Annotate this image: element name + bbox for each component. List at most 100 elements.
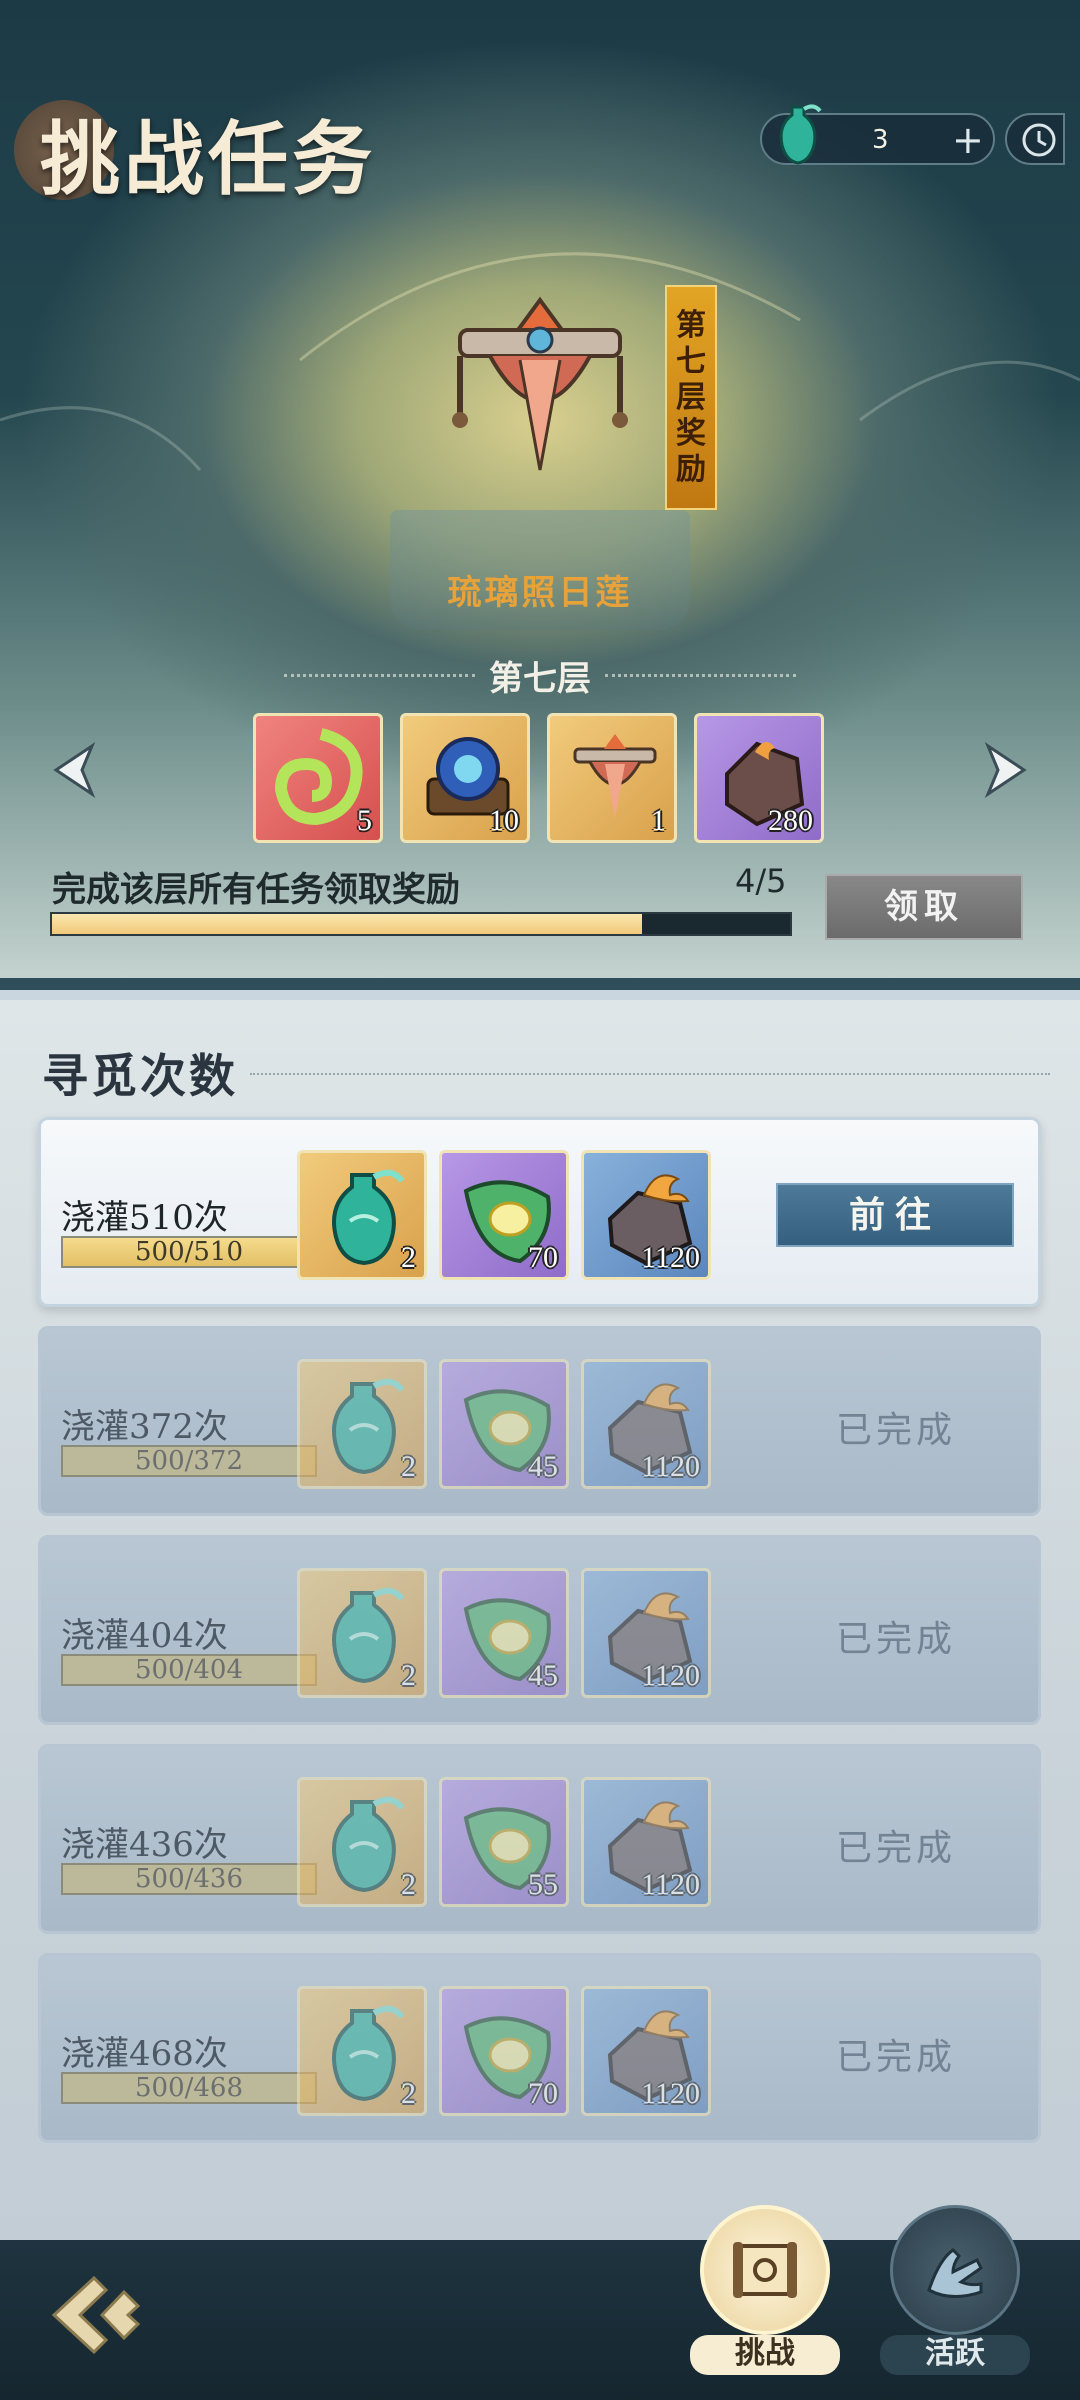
task-name: 浇灌404次 — [61, 1616, 228, 1656]
task-card: 浇灌372次 500/372 2 45 1120 已完成 — [38, 1326, 1041, 1516]
task-progress-bar: 500/468 — [61, 2072, 317, 2104]
task-card: 浇灌468次 500/468 2 70 1120 已完成 — [38, 1953, 1041, 2143]
task-name: 浇灌468次 — [61, 2034, 228, 2074]
clock-button[interactable] — [1005, 113, 1065, 165]
banner-char: 励 — [676, 451, 706, 487]
reward-quantity: 1 — [651, 804, 666, 837]
currency-count: 3 — [872, 125, 889, 155]
currency-counter[interactable]: 3 + — [760, 104, 995, 165]
completed-label: 已完成 — [836, 2037, 957, 2078]
banner-char: 奖 — [676, 415, 706, 451]
task-reward-slot[interactable]: 2 — [297, 1777, 427, 1907]
floor-task-text: 完成该层所有任务领取奖励 — [52, 870, 460, 910]
task-reward-slot[interactable]: 2 — [297, 1568, 427, 1698]
back-arrow-icon[interactable] — [46, 2270, 146, 2360]
task-name: 浇灌436次 — [61, 1825, 228, 1865]
task-progress-text: 500/436 — [134, 1864, 243, 1894]
claim-button[interactable]: 领取 — [825, 874, 1023, 940]
task-progress-text: 500/404 — [134, 1655, 243, 1685]
floor-progress-bar — [50, 912, 792, 936]
banner-char: 七 — [676, 343, 706, 379]
tab-challenge-circle — [700, 2205, 830, 2335]
task-progress-bar: 500/436 — [61, 1863, 317, 1895]
section-title: 寻觅次数 — [42, 1049, 238, 1103]
completed-label: 已完成 — [836, 1410, 957, 1451]
banner-char: 层 — [676, 379, 706, 415]
reward-quantity: 1120 — [641, 1450, 700, 1483]
task-reward-slot[interactable]: 1120 — [581, 1150, 711, 1280]
reward-quantity: 2 — [401, 1450, 416, 1483]
reward-quantity: 45 — [528, 1659, 558, 1692]
completed-label: 已完成 — [836, 1619, 957, 1660]
task-reward-slot[interactable]: 1120 — [581, 1777, 711, 1907]
reward-quantity: 70 — [528, 1241, 558, 1274]
tab-label: 挑战 — [690, 2335, 840, 2375]
banner-char: 第 — [676, 307, 706, 343]
task-progress-text: 500/372 — [134, 1446, 243, 1476]
task-name: 浇灌510次 — [61, 1198, 228, 1238]
reward-quantity: 280 — [768, 804, 813, 837]
title-wrap: 挑战任务 — [10, 95, 376, 211]
task-reward-slot[interactable]: 2 — [297, 1150, 427, 1280]
reward-quantity: 1120 — [641, 1241, 700, 1274]
hand-gesture-icon — [927, 2248, 983, 2298]
reward-quantity: 2 — [401, 1241, 416, 1274]
task-card: 浇灌436次 500/436 2 55 1120 已完成 — [38, 1744, 1041, 1934]
tier-label-row: 第七层 — [270, 650, 810, 700]
tab-activity[interactable]: 活跃 — [880, 2205, 1030, 2395]
page-title: 挑战任务 — [40, 112, 376, 206]
reward-quantity: 45 — [528, 1450, 558, 1483]
tier-reward-banner: 第 七 层 奖 励 — [665, 285, 717, 510]
reward-quantity: 2 — [401, 2077, 416, 2110]
reward-quantity: 1120 — [641, 1659, 700, 1692]
task-reward-slot[interactable]: 70 — [439, 1986, 569, 2116]
featured-item-name: 琉璃照日莲 — [447, 573, 633, 613]
reward-quantity: 1120 — [641, 2077, 700, 2110]
floor-reward-slot[interactable]: 5 — [253, 713, 383, 843]
task-progress-text: 500/510 — [134, 1237, 243, 1267]
divider — [605, 673, 796, 677]
ornate-headdress-icon[interactable] — [430, 290, 650, 490]
task-reward-slot[interactable]: 1120 — [581, 1986, 711, 2116]
previous-floor-arrow-icon[interactable] — [48, 740, 102, 800]
reward-quantity: 2 — [401, 1659, 416, 1692]
divider — [284, 673, 475, 677]
reward-quantity: 5 — [357, 804, 372, 837]
tab-challenge[interactable]: 挑战 — [690, 2205, 840, 2395]
task-progress-bar: 500/404 — [61, 1654, 317, 1686]
clock-icon — [1022, 123, 1056, 157]
task-card: 浇灌404次 500/404 2 45 1120 已完成 — [38, 1535, 1041, 1725]
floor-progress-text: 4/5 — [735, 862, 787, 900]
task-reward-slot[interactable]: 55 — [439, 1777, 569, 1907]
tab-label: 活跃 — [880, 2335, 1030, 2375]
floor-progress-fill — [52, 914, 643, 934]
floor-reward-slot[interactable]: 1 — [547, 713, 677, 843]
task-name: 浇灌372次 — [61, 1407, 228, 1447]
next-floor-arrow-icon[interactable] — [978, 740, 1032, 800]
floor-reward-slot[interactable]: 280 — [694, 713, 824, 843]
completed-label: 已完成 — [836, 1828, 957, 1869]
go-button[interactable]: 前往 — [776, 1183, 1014, 1247]
task-reward-slot[interactable]: 1120 — [581, 1359, 711, 1489]
task-progress-text: 500/468 — [134, 2073, 243, 2103]
floor-reward-slot[interactable]: 10 — [400, 713, 530, 843]
tab-activity-circle — [890, 2205, 1020, 2335]
reward-quantity: 1120 — [641, 1868, 700, 1901]
add-currency-button[interactable]: + — [952, 118, 984, 162]
task-reward-slot[interactable]: 1120 — [581, 1568, 711, 1698]
task-reward-slot[interactable]: 2 — [297, 1986, 427, 2116]
task-reward-slot[interactable]: 2 — [297, 1359, 427, 1489]
jade-vase-icon — [779, 104, 822, 165]
reward-quantity: 55 — [528, 1868, 558, 1901]
task-reward-slot[interactable]: 45 — [439, 1568, 569, 1698]
task-reward-slot[interactable]: 70 — [439, 1150, 569, 1280]
task-progress-bar: 500/510 — [61, 1236, 317, 1268]
tier-label: 第七层 — [489, 658, 591, 699]
reward-quantity: 70 — [528, 2077, 558, 2110]
task-progress-bar: 500/372 — [61, 1445, 317, 1477]
reward-quantity: 2 — [401, 1868, 416, 1901]
task-card: 浇灌510次 500/510 2 70 1120 前往 — [38, 1117, 1041, 1307]
scroll-icon — [733, 2242, 797, 2298]
reward-quantity: 10 — [489, 804, 519, 837]
task-reward-slot[interactable]: 45 — [439, 1359, 569, 1489]
